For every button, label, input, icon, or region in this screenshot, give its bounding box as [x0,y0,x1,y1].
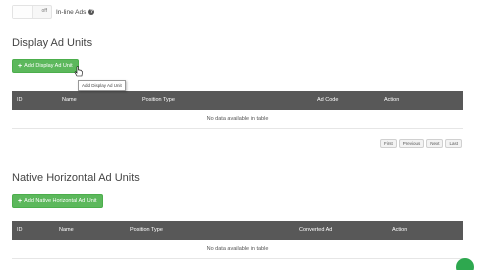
display-ad-units-title: Display Ad Units [12,37,93,49]
column-header-position-type[interactable]: Position Type [142,97,175,103]
toggle-state-text: off [41,8,47,14]
table-empty-row: No data available in table [12,240,463,259]
pagination-next-button[interactable]: Next [426,139,444,148]
native-ad-units-table: ID Name Position Type Converted Ad Actio… [12,221,463,259]
add-native-ad-unit-label: Add Native Horizontal Ad Unit [24,198,97,204]
plus-icon: + [18,62,23,70]
display-ad-units-table: ID Name Position Type Ad Code Action No … [12,91,463,129]
inline-ads-label: In-line Ads ? [56,8,95,16]
toggle-knob [13,6,33,18]
empty-message: No data available in table [206,246,269,252]
column-header-action[interactable]: Action [392,227,407,233]
add-native-ad-unit-button[interactable]: + Add Native Horizontal Ad Unit [12,194,103,208]
column-header-name[interactable]: Name [59,227,74,233]
plus-icon: + [18,197,23,205]
pagination: First Previous Next Last [379,139,462,148]
floating-action-button[interactable] [456,258,474,270]
empty-message: No data available in table [206,116,269,122]
table-header: ID Name Position Type Converted Ad Actio… [12,221,463,240]
pagination-previous-button[interactable]: Previous [398,139,425,148]
column-header-name[interactable]: Name [62,97,77,103]
pagination-last-button[interactable]: Last [445,139,462,148]
inline-ads-toggle-row: off In-line Ads ? [12,5,95,19]
add-display-ad-unit-label: Add Display Ad Unit [24,63,73,69]
column-header-id[interactable]: ID [17,97,23,103]
column-header-converted-ad[interactable]: Converted Ad [299,227,332,233]
hand-pointer-icon [74,66,83,77]
native-ad-units-title: Native Horizontal Ad Units [12,172,140,184]
column-header-id[interactable]: ID [17,227,23,233]
add-display-ad-unit-tooltip: Add Display Ad Unit [78,80,126,91]
inline-ads-toggle[interactable]: off [12,5,52,19]
pagination-first-button[interactable]: First [379,139,397,148]
table-empty-row: No data available in table [12,110,463,129]
table-header: ID Name Position Type Ad Code Action [12,91,463,110]
column-header-ad-code[interactable]: Ad Code [317,97,338,103]
column-header-action[interactable]: Action [384,97,399,103]
question-circle-icon[interactable]: ? [88,9,95,15]
inline-ads-label-text: In-line Ads [56,8,87,16]
add-display-ad-unit-button[interactable]: + Add Display Ad Unit [12,59,79,73]
column-header-position-type[interactable]: Position Type [130,227,163,233]
